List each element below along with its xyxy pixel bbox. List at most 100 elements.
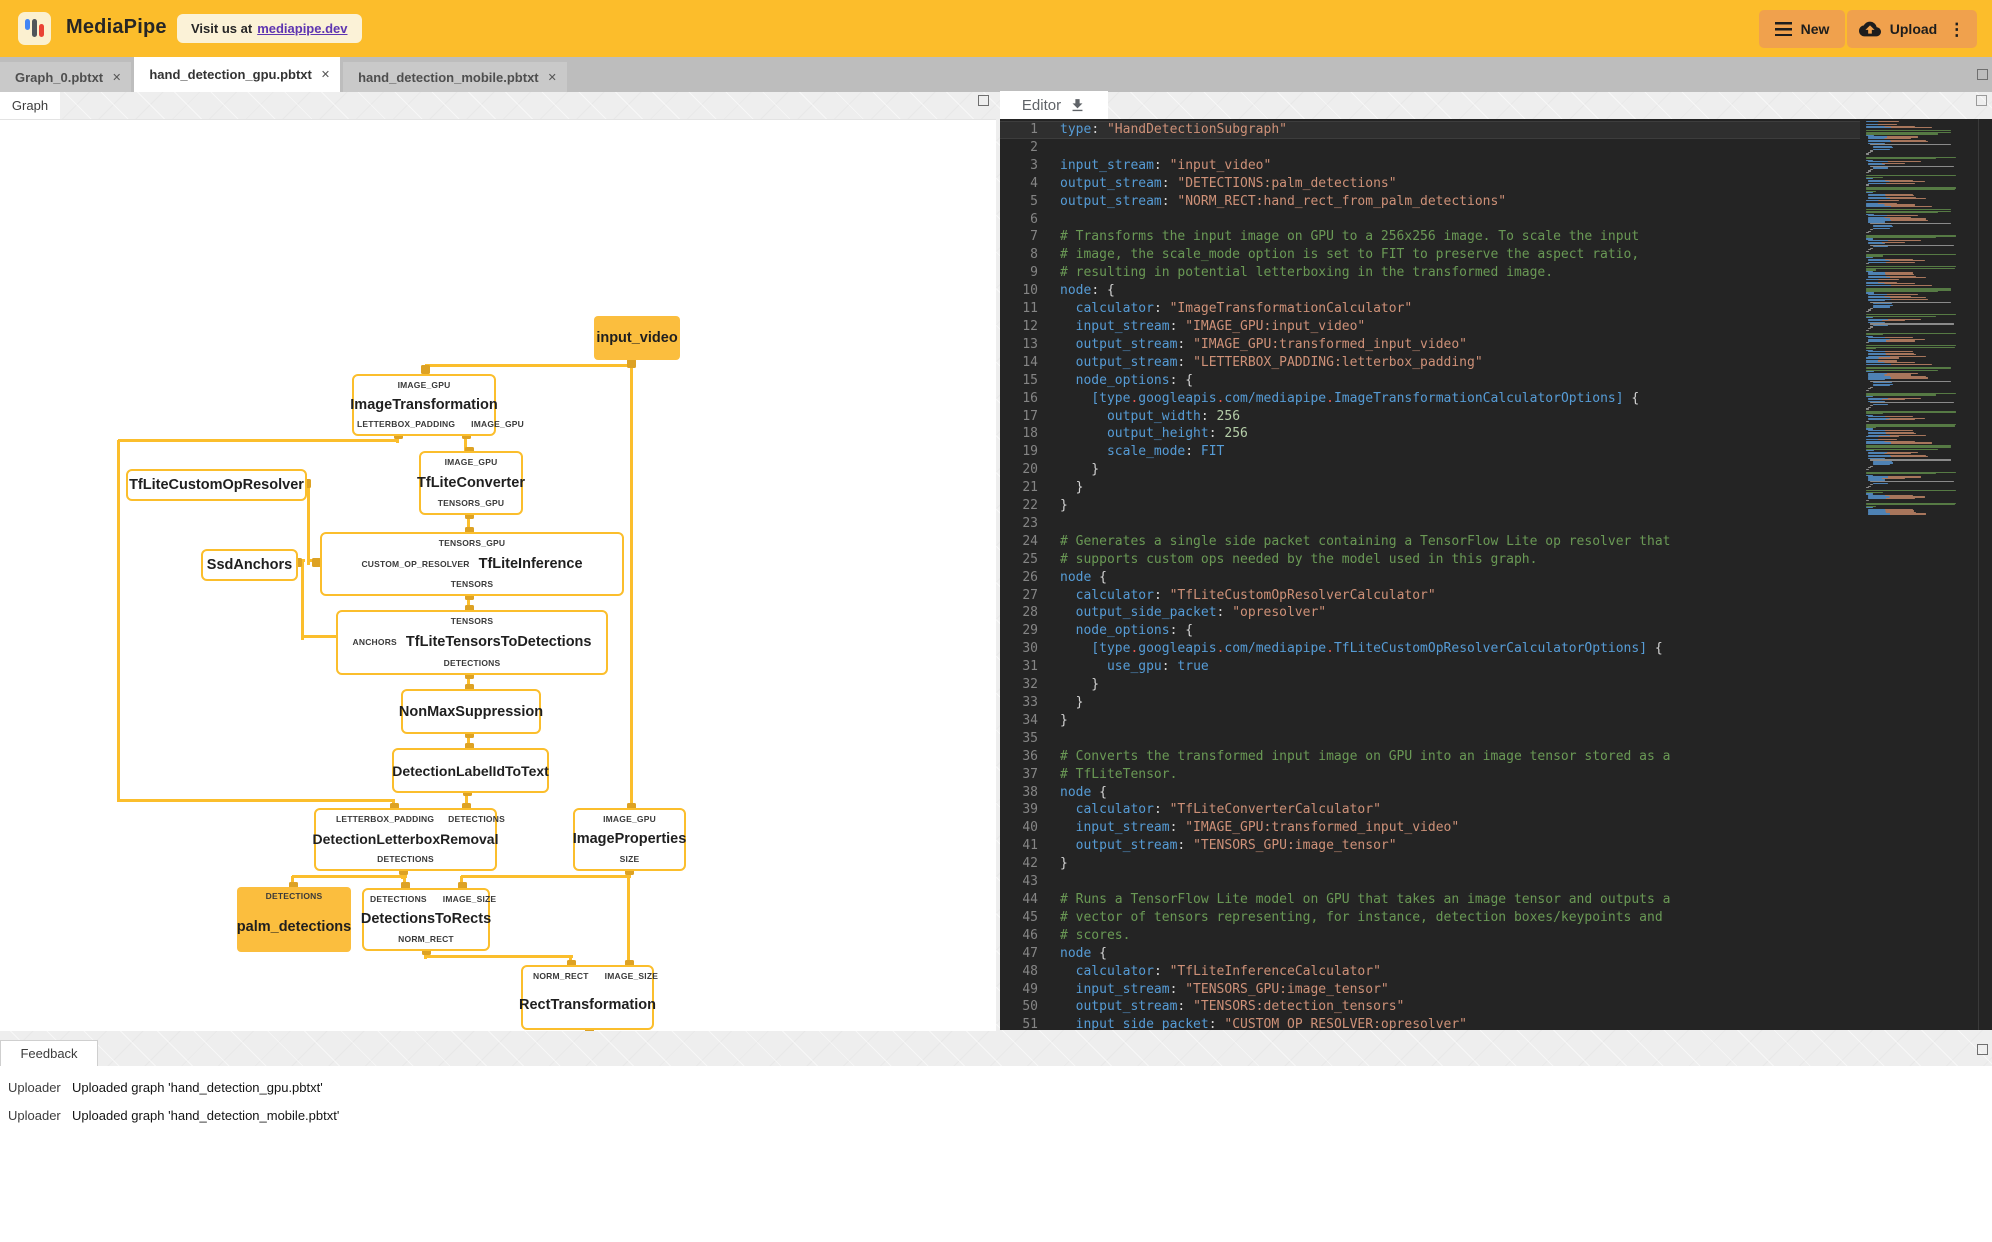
line-number: 48 [1022, 963, 1038, 979]
tab-feedback[interactable]: Feedback [0, 1040, 98, 1066]
minimap-line [1872, 482, 1888, 484]
graph-node-tflite-converter[interactable]: IMAGE_GPU TfLiteConverter TENSORS_GPU [417, 451, 525, 515]
line-number: 21 [1022, 480, 1038, 496]
minimap-line [1866, 408, 1869, 410]
minimap-line [1866, 267, 1955, 269]
graph-node-image-properties[interactable]: IMAGE_GPU ImageProperties SIZE [573, 808, 686, 871]
graph-node-input-video[interactable]: input_video [594, 316, 680, 360]
port-label: SIZE [619, 854, 640, 864]
line-number: 13 [1022, 336, 1038, 352]
port-label: ANCHORS [352, 637, 397, 647]
line-number: 49 [1022, 981, 1038, 997]
app-header: MediaPipe Visit us at mediapipe.dev New … [0, 0, 1992, 57]
line-number: 16 [1022, 390, 1038, 406]
tab-editor-view[interactable]: Editor [1000, 91, 1108, 119]
code-line: 16 [type.googleapis.com/mediapipe.ImageT… [1000, 390, 1860, 408]
tab-hand-detection-gpu-pbtxt[interactable]: hand_detection_gpu.pbtxt [134, 57, 341, 92]
feedback-source: Uploader [8, 1079, 61, 1095]
code-line: 1 type: "HandDetectionSubgraph" [1000, 121, 1860, 139]
minimap-line [1870, 480, 1955, 483]
maximize-icon[interactable] [1977, 69, 1988, 80]
port-label: DETECTIONS [265, 891, 323, 901]
editor-minimap[interactable] [1866, 121, 1978, 1030]
code-editor[interactable]: 1 type: "HandDetectionSubgraph" 2 3 input_st… [1000, 119, 1992, 1030]
graph-panel-maximize-icon[interactable] [978, 95, 989, 106]
minimap-line [1866, 448, 1939, 450]
line-number: 7 [1030, 229, 1038, 245]
graph-node-palm-detections[interactable]: DETECTIONS palm_detections [237, 887, 351, 952]
minimap-line [1866, 153, 1869, 155]
code-line: 18 output_height: 256 [1000, 425, 1860, 443]
code-line: 5 output_stream: "NORM_RECT:hand_rect_fro… [1000, 193, 1860, 211]
graph-node-detections-to-rects[interactable]: DETECTIONS IMAGE_SIZE DetectionsToRects … [361, 888, 496, 951]
graph-node-tflite-inference[interactable]: TENSORS_GPU CUSTOM_OP_RESOLVER TfLiteInf… [320, 532, 624, 596]
tab-hand-detection-mobile-pbtxt[interactable]: hand_detection_mobile.pbtxt [343, 62, 567, 92]
graph-edge [300, 560, 304, 640]
minimap-line [1866, 284, 1932, 286]
logo-bar-gray [32, 19, 37, 37]
line-number: 19 [1022, 444, 1038, 460]
minimap-line [1872, 306, 1890, 308]
minimap-line [1866, 263, 1869, 265]
download-icon[interactable] [1069, 97, 1086, 114]
mediapipe-dev-link[interactable]: mediapipe.dev [257, 21, 347, 36]
minimap-line [1866, 329, 1869, 331]
minimap-line [1866, 499, 1869, 501]
line-number: 9 [1030, 265, 1038, 281]
code-line: 40 input_stream: "IMAGE_GPU:transformed_… [1000, 819, 1860, 837]
graph-edge [292, 874, 407, 878]
minimap-line [1866, 278, 1900, 280]
graph-node-image-transformation[interactable]: IMAGE_GPU ImageTransformation LETTERBOX_… [350, 374, 524, 436]
minimap-line [1872, 403, 1888, 405]
code-line: 41 output_stream: "TENSORS_GPU:image_ten… [1000, 837, 1860, 855]
graph-node-tflite-tensors-to-detections[interactable]: TENSORS ANCHORS TfLiteTensorsToDetection… [336, 610, 608, 675]
close-icon[interactable] [548, 71, 557, 84]
minimap-line [1866, 425, 1955, 427]
line-number: 31 [1022, 659, 1038, 675]
visit-us-text: Visit us at [191, 21, 253, 36]
new-button[interactable]: New [1759, 10, 1845, 48]
kebab-menu-icon[interactable]: ⋮ [1948, 21, 1965, 38]
editor-panel-maximize-icon[interactable] [1976, 95, 1987, 106]
minimap-line [1866, 199, 1900, 201]
graph-edge [425, 363, 633, 367]
graph-node-rect-transformation[interactable]: NORM_RECT IMAGE_SIZE RectTransformation [519, 965, 658, 1030]
graph-canvas[interactable]: input_video IMAGE_GPU ImageTransformatio… [0, 119, 996, 1031]
tab-graph-0-pbtxt[interactable]: Graph_0.pbtxt [0, 62, 132, 92]
code-line: 29 node_options: { [1000, 622, 1860, 640]
graph-node-detection-letterbox-removal[interactable]: LETTERBOX_PADDING DETECTIONS DetectionLe… [313, 808, 505, 871]
feedback-message: Uploaded graph 'hand_detection_gpu.pbtxt… [72, 1079, 323, 1095]
minimap-line [1866, 473, 1937, 475]
code-line: 7 # Transforms the input image on GPU to … [1000, 228, 1860, 246]
code-line: 46 # scores. [1000, 927, 1860, 945]
graph-node-detection-label-id-to-text[interactable]: DetectionLabelIdToText [392, 748, 549, 793]
scrollbar-track[interactable] [1978, 119, 1979, 1030]
line-number: 26 [1022, 569, 1038, 585]
minimap-line [1866, 394, 1937, 396]
code-line: 43 [1000, 873, 1860, 891]
graph-node-tflite-custom-op-resolver[interactable]: TfLiteCustomOpResolver [126, 469, 307, 501]
port-label: DETECTIONS [370, 894, 427, 904]
graph-node-non-max-suppression[interactable]: NonMaxSuppression [399, 689, 543, 734]
port-label: DETECTIONS [448, 814, 505, 824]
logo-bar-red [39, 24, 44, 37]
upload-button-label: Upload [1889, 21, 1938, 37]
code-line: 45 # vector of tensors representing, for … [1000, 909, 1860, 927]
line-number: 12 [1022, 318, 1038, 334]
port-label: IMAGE_SIZE [604, 971, 659, 981]
close-icon[interactable] [112, 71, 121, 84]
minimap-line [1866, 184, 1869, 186]
minimap-line [1872, 463, 1890, 466]
line-number: 10 [1022, 283, 1038, 299]
minimap-line [1866, 188, 1955, 191]
code-lines[interactable]: 1 type: "HandDetectionSubgraph" 2 3 input_st… [1000, 121, 1860, 1030]
minimap-line [1872, 246, 1888, 248]
feedback-panel-maximize-icon[interactable] [1977, 1044, 1988, 1055]
visit-us-pill[interactable]: Visit us at mediapipe.dev [177, 14, 362, 43]
upload-button[interactable]: Upload ⋮ [1847, 10, 1977, 48]
port-label: IMAGE_GPU [603, 814, 656, 824]
close-icon[interactable] [321, 68, 330, 81]
tab-graph-view[interactable]: Graph [0, 92, 60, 119]
graph-node-ssd-anchors[interactable]: SsdAnchors [201, 549, 298, 581]
minimap-line [1872, 385, 1890, 387]
